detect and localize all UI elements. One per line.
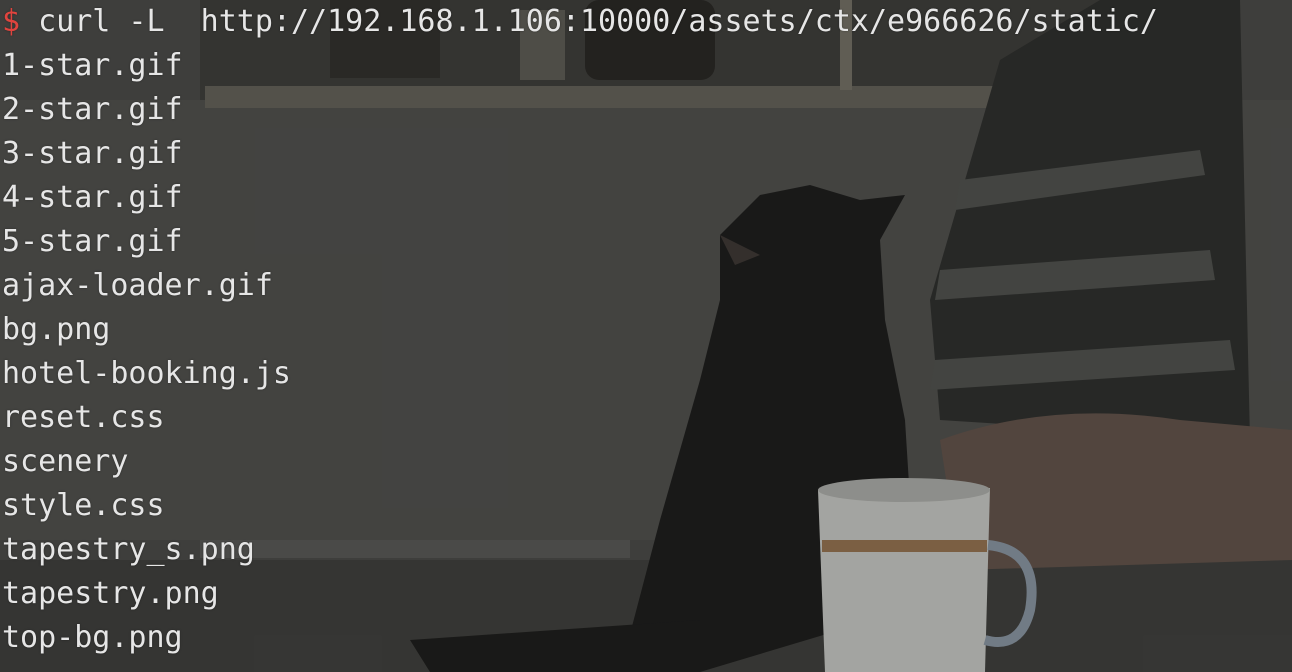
output-line: 4-star.gif (2, 180, 183, 215)
output-line: 1-star.gif (2, 48, 183, 83)
output-line: scenery (2, 444, 129, 479)
output-line: hotel-booking.js (2, 356, 291, 391)
prompt-symbol: $ (2, 4, 21, 39)
output-line: 2-star.gif (2, 92, 183, 127)
output-line: 5-star.gif (2, 224, 183, 259)
output-line: tapestry.png (2, 576, 219, 611)
output-line: 3-star.gif (2, 136, 183, 171)
output-line: bg.png (2, 312, 111, 347)
output-line: style.css (2, 488, 165, 523)
command-text: curl -L http://192.168.1.106:10000/asset… (38, 4, 1158, 39)
output-line: reset.css (2, 400, 165, 435)
output-line: top-bg.png (2, 620, 183, 655)
terminal-output: $ curl -L http://192.168.1.106:10000/ass… (2, 0, 1158, 660)
terminal-window[interactable]: $ curl -L http://192.168.1.106:10000/ass… (0, 0, 1292, 672)
output-line: ajax-loader.gif (2, 268, 273, 303)
command-line: $ curl -L http://192.168.1.106:10000/ass… (2, 0, 1158, 44)
output-line: tapestry_s.png (2, 532, 255, 567)
